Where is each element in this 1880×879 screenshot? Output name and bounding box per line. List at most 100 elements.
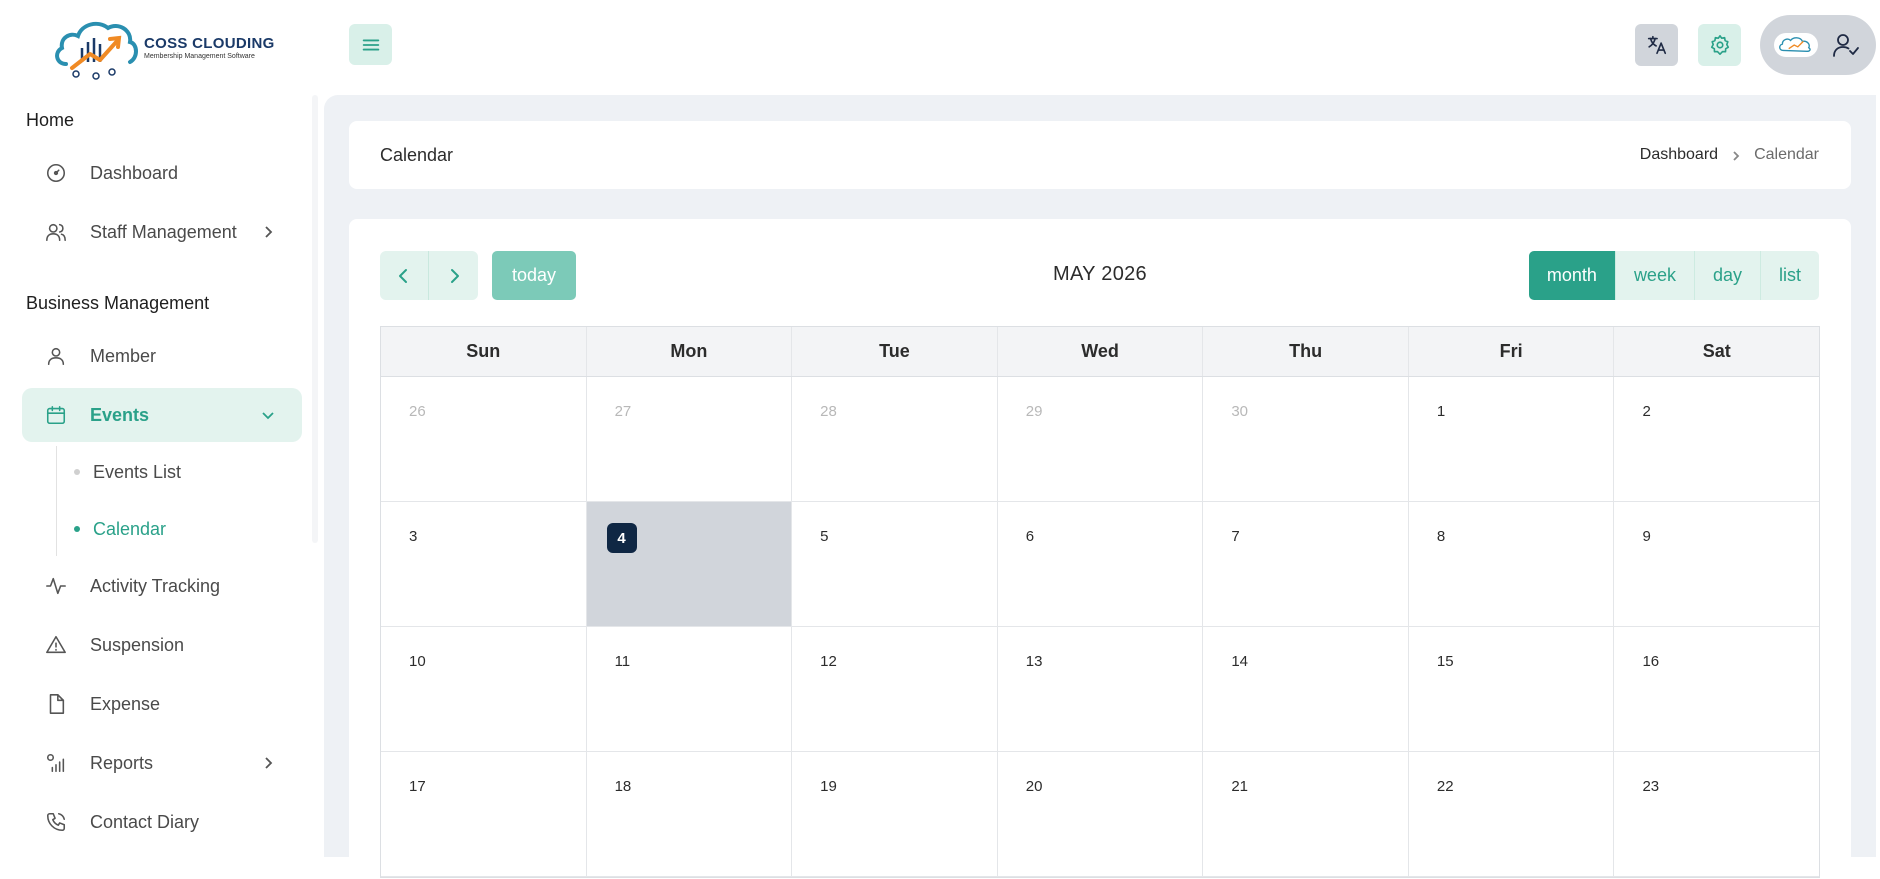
day-number[interactable]: 14 bbox=[1231, 653, 1248, 670]
today-button[interactable]: today bbox=[492, 251, 576, 300]
day-number[interactable]: 11 bbox=[615, 653, 631, 670]
sidebar-item-label: Suspension bbox=[90, 634, 185, 655]
breadcrumb-dashboard-link[interactable]: Dashboard bbox=[1640, 146, 1718, 164]
calendar-day-cell[interactable]: 9 bbox=[1614, 502, 1819, 626]
calendar-day-cell[interactable]: 26 bbox=[381, 377, 587, 501]
day-number[interactable]: 4 bbox=[606, 523, 637, 553]
day-number[interactable]: 1 bbox=[1437, 403, 1445, 420]
user-check-icon bbox=[1832, 31, 1860, 59]
app-logo[interactable]: COSS CLOUDING Membership Management Soft… bbox=[52, 12, 282, 82]
calendar-day-cell[interactable]: 28 bbox=[792, 377, 998, 501]
settings-button[interactable] bbox=[1698, 24, 1741, 66]
sidebar-item-label: Contact Diary bbox=[90, 811, 200, 832]
day-number[interactable]: 16 bbox=[1642, 653, 1659, 670]
view-day-button[interactable]: day bbox=[1694, 251, 1761, 300]
report-chart-icon bbox=[44, 751, 68, 775]
sidebar-item-label: Events bbox=[90, 404, 150, 425]
day-number[interactable]: 15 bbox=[1437, 653, 1454, 670]
day-number[interactable]: 6 bbox=[1026, 528, 1034, 545]
day-number[interactable]: 3 bbox=[409, 528, 417, 545]
calendar-day-cell[interactable]: 2 bbox=[1614, 377, 1819, 501]
day-number[interactable]: 12 bbox=[820, 653, 837, 670]
breadcrumb: Dashboard Calendar bbox=[1640, 146, 1819, 164]
sidebar-scrollbar[interactable] bbox=[312, 95, 318, 543]
calendar-day-cell[interactable]: 5 bbox=[792, 502, 998, 626]
gear-icon bbox=[1710, 35, 1729, 55]
day-number[interactable]: 2 bbox=[1642, 403, 1650, 420]
day-number[interactable]: 22 bbox=[1437, 778, 1454, 795]
calendar-day-cell[interactable]: 3 bbox=[381, 502, 587, 626]
alert-triangle-icon bbox=[44, 633, 68, 657]
sidebar-item-expense[interactable]: Expense bbox=[22, 677, 302, 731]
sidebar-subitem-calendar[interactable]: Calendar bbox=[74, 509, 166, 549]
weekday-header: Thu bbox=[1203, 327, 1409, 376]
calendar-day-cell[interactable]: 30 bbox=[1203, 377, 1409, 501]
calendar-day-cell[interactable]: 13 bbox=[998, 627, 1204, 751]
sidebar-item-staff-management[interactable]: Staff Management bbox=[22, 205, 302, 259]
day-number[interactable]: 29 bbox=[1026, 403, 1043, 420]
calendar-day-cell[interactable]: 14 bbox=[1203, 627, 1409, 751]
calendar-day-cell[interactable]: 6 bbox=[998, 502, 1204, 626]
day-number[interactable]: 23 bbox=[1642, 778, 1659, 795]
day-number[interactable]: 18 bbox=[615, 778, 632, 795]
sidebar-item-reports[interactable]: Reports bbox=[22, 736, 302, 790]
calendar-day-cell[interactable]: 17 bbox=[381, 752, 587, 876]
logo-subtitle: Membership Management Software bbox=[144, 52, 255, 60]
day-number[interactable]: 9 bbox=[1642, 528, 1650, 545]
day-number[interactable]: 21 bbox=[1231, 778, 1248, 795]
sidebar-subitem-label: Calendar bbox=[93, 518, 167, 539]
calendar-day-cell[interactable]: 18 bbox=[587, 752, 793, 876]
sidebar-item-events[interactable]: Events bbox=[22, 388, 302, 442]
view-month-button[interactable]: month bbox=[1528, 251, 1616, 300]
submenu-line bbox=[56, 446, 57, 556]
calendar-day-cell[interactable]: 11 bbox=[587, 627, 793, 751]
menu-toggle-button[interactable] bbox=[349, 24, 392, 65]
day-number[interactable]: 10 bbox=[409, 653, 426, 670]
calendar-day-cell[interactable]: 1 bbox=[1409, 377, 1615, 501]
day-number[interactable]: 17 bbox=[409, 778, 426, 795]
calendar-day-cell[interactable]: 8 bbox=[1409, 502, 1615, 626]
calendar-day-cell[interactable]: 23 bbox=[1614, 752, 1819, 876]
calendar-day-cell[interactable]: 22 bbox=[1409, 752, 1615, 876]
weekday-header: Wed bbox=[998, 327, 1204, 376]
avatar bbox=[1774, 33, 1818, 57]
sidebar-item-suspension[interactable]: Suspension bbox=[22, 618, 302, 672]
day-number[interactable]: 27 bbox=[615, 403, 632, 420]
sidebar-item-contact-diary[interactable]: Contact Diary bbox=[22, 795, 302, 849]
calendar-day-cell[interactable]: 15 bbox=[1409, 627, 1615, 751]
user-icon bbox=[44, 344, 68, 368]
day-number[interactable]: 13 bbox=[1026, 653, 1043, 670]
weekday-header: Fri bbox=[1409, 327, 1615, 376]
calendar-day-cell[interactable]: 10 bbox=[381, 627, 587, 751]
day-number[interactable]: 28 bbox=[820, 403, 837, 420]
calendar-day-cell[interactable]: 27 bbox=[587, 377, 793, 501]
profile-menu[interactable] bbox=[1760, 15, 1876, 75]
calendar-day-cell[interactable]: 16 bbox=[1614, 627, 1819, 751]
calendar-day-cell[interactable]: 7 bbox=[1203, 502, 1409, 626]
sidebar-item-label: Dashboard bbox=[90, 162, 179, 183]
day-number[interactable]: 5 bbox=[820, 528, 828, 545]
day-number[interactable]: 26 bbox=[409, 403, 426, 420]
chevron-left-icon bbox=[399, 268, 407, 283]
view-week-button[interactable]: week bbox=[1615, 251, 1695, 300]
view-list-button[interactable]: list bbox=[1761, 251, 1819, 300]
day-number[interactable]: 20 bbox=[1026, 778, 1043, 795]
day-number[interactable]: 7 bbox=[1231, 528, 1239, 545]
prev-month-button[interactable] bbox=[380, 251, 429, 300]
calendar-day-cell[interactable]: 21 bbox=[1203, 752, 1409, 876]
day-number[interactable]: 8 bbox=[1437, 528, 1445, 545]
calendar-day-cell[interactable]: 12 bbox=[792, 627, 998, 751]
calendar-week-row: 26 27 28 29 30 1 2 bbox=[381, 377, 1819, 502]
language-button[interactable] bbox=[1635, 24, 1678, 66]
next-month-button[interactable] bbox=[429, 251, 478, 300]
sidebar-subitem-events-list[interactable]: Events List bbox=[74, 452, 181, 492]
calendar-day-cell[interactable]: 20 bbox=[998, 752, 1204, 876]
day-number[interactable]: 19 bbox=[820, 778, 837, 795]
sidebar-item-activity-tracking[interactable]: Activity Tracking bbox=[22, 559, 302, 613]
calendar-day-cell-today[interactable]: 4 bbox=[586, 502, 793, 626]
sidebar-item-member[interactable]: Member bbox=[22, 329, 302, 383]
day-number[interactable]: 30 bbox=[1231, 403, 1248, 420]
calendar-day-cell[interactable]: 19 bbox=[792, 752, 998, 876]
sidebar-item-dashboard[interactable]: Dashboard bbox=[22, 146, 302, 200]
calendar-day-cell[interactable]: 29 bbox=[998, 377, 1204, 501]
